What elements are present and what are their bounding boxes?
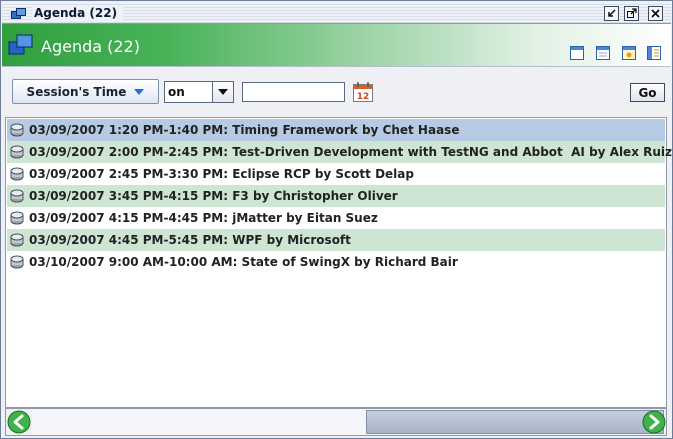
agenda-icon: [8, 34, 33, 55]
operator-dropdown-button[interactable]: [212, 82, 233, 102]
operator-select[interactable]: on: [164, 81, 234, 103]
disk-icon: [10, 145, 24, 159]
maximize-icon[interactable]: [624, 6, 639, 21]
panel-header: Agenda (22): [2, 24, 671, 66]
scroll-track[interactable]: [32, 409, 664, 435]
title-bar[interactable]: Agenda (22): [2, 2, 671, 24]
disk-icon: [10, 123, 24, 137]
previous-arrow-icon[interactable]: [7, 410, 31, 434]
session-row[interactable]: 03/09/2007 1:20 PM-1:40 PM: Timing Frame…: [7, 119, 665, 141]
session-list[interactable]: 03/09/2007 1:20 PM-1:40 PM: Timing Frame…: [5, 117, 672, 408]
chevron-down-icon: [134, 88, 145, 95]
disk-icon: [10, 211, 24, 225]
session-row[interactable]: 03/09/2007 3:45 PM-4:15 PM: F3 by Christ…: [7, 185, 665, 207]
session-row[interactable]: 03/09/2007 4:45 PM-5:45 PM: WPF by Micro…: [7, 229, 665, 251]
session-text: 03/09/2007 1:20 PM-1:40 PM: Timing Frame…: [29, 123, 460, 137]
session-text: 03/09/2007 3:45 PM-4:15 PM: F3 by Christ…: [29, 189, 398, 203]
session-row[interactable]: 03/10/2007 9:00 AM-10:00 AM: State of Sw…: [7, 251, 665, 273]
disk-icon: [10, 255, 24, 269]
calendar-icon-text: 12: [357, 92, 370, 102]
disk-icon: [10, 233, 24, 247]
session-text: 03/09/2007 2:45 PM-3:30 PM: Eclipse RCP …: [29, 167, 414, 181]
operator-value: on: [168, 85, 185, 99]
panel-title: Agenda (22): [41, 37, 140, 56]
window-title: Agenda (22): [32, 6, 124, 20]
session-text: 03/09/2007 4:45 PM-5:45 PM: WPF by Micro…: [29, 233, 351, 247]
session-row[interactable]: 03/09/2007 2:45 PM-3:30 PM: Eclipse RCP …: [7, 163, 665, 185]
chevron-down-icon: [218, 89, 228, 95]
filter-toolbar: Session's Time on 12 Go: [2, 66, 671, 114]
calendar-icon[interactable]: 12: [352, 81, 374, 103]
session-row[interactable]: 03/09/2007 2:00 PM-2:45 PM: Test-Driven …: [7, 141, 672, 163]
week-view-icon[interactable]: [595, 45, 611, 61]
session-row[interactable]: 03/09/2007 4:15 PM-4:45 PM: jMatter by E…: [7, 207, 665, 229]
horizontal-scrollbar[interactable]: [5, 408, 667, 436]
sessions-time-label: Session's Time: [26, 84, 127, 99]
agenda-window: Agenda (22) Agenda (22) Session's Time o…: [0, 0, 673, 439]
minimize-icon[interactable]: [604, 6, 619, 21]
close-icon[interactable]: [648, 6, 663, 21]
scroll-thumb[interactable]: [366, 410, 664, 434]
next-arrow-icon[interactable]: [642, 410, 666, 434]
session-text: 03/09/2007 2:00 PM-2:45 PM: Test-Driven …: [29, 145, 672, 159]
sessions-time-dropdown[interactable]: Session's Time: [12, 79, 159, 104]
window-app-icon: [11, 8, 26, 19]
day-view-icon[interactable]: [569, 45, 585, 61]
go-button[interactable]: Go: [630, 83, 665, 102]
disk-icon: [10, 167, 24, 181]
list-view-icon[interactable]: [646, 45, 662, 61]
month-view-icon[interactable]: [621, 45, 637, 61]
disk-icon: [10, 189, 24, 203]
session-text: 03/10/2007 9:00 AM-10:00 AM: State of Sw…: [29, 255, 458, 269]
date-input[interactable]: [242, 82, 345, 102]
session-text: 03/09/2007 4:15 PM-4:45 PM: jMatter by E…: [29, 211, 378, 225]
